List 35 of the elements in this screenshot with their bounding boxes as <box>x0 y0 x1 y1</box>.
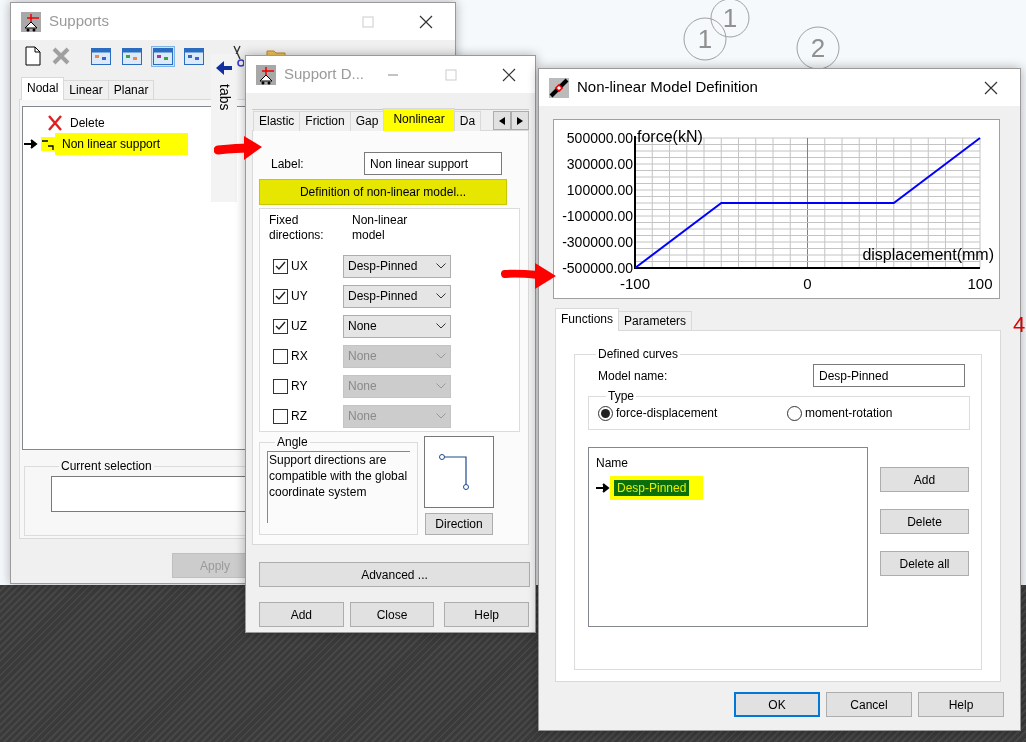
radio-label: force-displacement <box>616 405 718 422</box>
list-header: Name <box>596 455 629 472</box>
x-tick-label: 0 <box>803 275 812 292</box>
axis-title: force(kN) <box>637 128 703 145</box>
y-tick-label: -500000.00 <box>562 260 633 276</box>
column-header: Fixed directions: <box>269 213 325 244</box>
direction-label: RY <box>290 378 309 395</box>
group-title: Type <box>607 390 635 402</box>
group-title: Defined curves <box>597 348 680 360</box>
y-tick-label: -300000.00 <box>562 234 633 250</box>
window-title: Non-linear Model Definition <box>577 77 758 98</box>
direction-label: UX <box>290 258 309 275</box>
window-title: Support D... <box>284 64 365 85</box>
group-title: Angle <box>276 436 309 448</box>
direction-label: RX <box>290 348 309 365</box>
field-label: Label: <box>271 155 305 173</box>
direction-label: RZ <box>290 408 308 425</box>
x-tick-label: -100 <box>620 275 650 292</box>
y-tick-label: -100000.00 <box>562 208 633 224</box>
panel-label: tabs <box>215 84 234 111</box>
group-title: Current selection <box>60 460 153 472</box>
axis-title: displacement(mm) <box>862 246 994 263</box>
grid-bubble: 2 <box>796 26 840 70</box>
column-header: Non-linear model <box>352 213 409 244</box>
grid-bubble: 1 <box>710 0 750 38</box>
radio-label: moment-rotation <box>805 405 893 422</box>
y-tick-label: 100000.00 <box>566 182 633 198</box>
y-tick-label: 300000.00 <box>566 156 633 172</box>
direction-label: UZ <box>290 318 308 335</box>
axis-number: 4 <box>1013 311 1026 339</box>
window-title: Supports <box>49 11 110 32</box>
direction-label: UY <box>290 288 309 305</box>
field-label: Model name: <box>598 367 669 385</box>
y-tick-label: 500000.00 <box>566 130 633 146</box>
x-tick-label: 100 <box>967 275 993 292</box>
